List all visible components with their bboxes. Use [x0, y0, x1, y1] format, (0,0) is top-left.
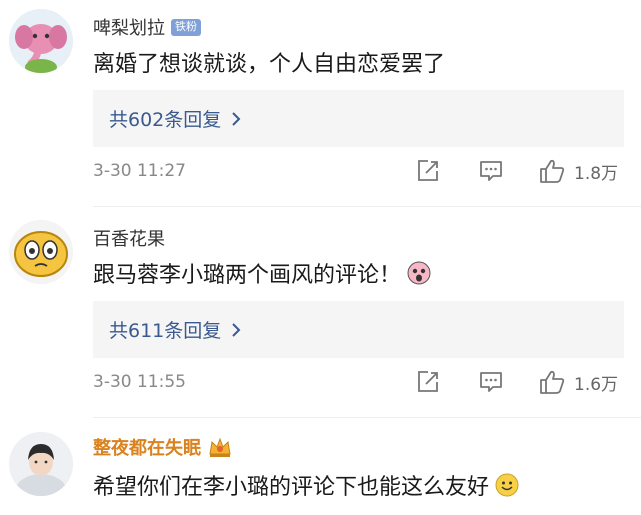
reply-summary[interactable]: 共602条回复: [93, 90, 624, 147]
chevron-right-icon: [232, 111, 241, 126]
username-text[interactable]: 百香花果: [93, 225, 165, 251]
comment-text: 跟马蓉李小璐两个画风的评论！: [93, 257, 431, 289]
like-button[interactable]: 1.6万: [538, 369, 618, 395]
username[interactable]: 整夜都在失眠: [93, 434, 233, 460]
crown-icon: [209, 437, 231, 457]
share-icon[interactable]: [415, 158, 441, 184]
comment-meta: 3-30 11:27 1.8万: [93, 158, 624, 188]
reply-link[interactable]: 共602条回复: [109, 105, 241, 132]
thumbs-up-icon[interactable]: [538, 369, 566, 395]
like-button[interactable]: 1.8万: [538, 158, 618, 184]
yellow-face-avatar[interactable]: [9, 220, 73, 284]
reply-link[interactable]: 共611条回复: [109, 316, 241, 343]
timestamp: 3-30 11:55: [93, 372, 186, 392]
username-text[interactable]: 啤梨划拉: [93, 14, 165, 40]
comment-text-content: 跟马蓉李小璐两个画风的评论！: [93, 263, 402, 288]
divider: [93, 417, 641, 418]
comment-text: 离婚了想谈就谈，个人自由恋爱罢了: [93, 46, 445, 78]
reply-count[interactable]: 共602条回复: [109, 105, 221, 132]
comment-text: 希望你们在李小璐的评论下也能这么友好: [93, 469, 519, 501]
share-icon[interactable]: [415, 369, 441, 395]
comment-icon[interactable]: [478, 158, 504, 184]
timestamp: 3-30 11:27: [93, 161, 186, 181]
comment-item: 整夜都在失眠 希望你们在李小璐的评论下也能这么友好: [0, 420, 641, 515]
comment-text-content: 希望你们在李小璐的评论下也能这么友好: [93, 475, 490, 500]
comment-text-content: 离婚了想谈就谈，个人自由恋爱罢了: [93, 52, 446, 77]
username[interactable]: 百香花果: [93, 225, 165, 251]
reply-summary[interactable]: 共611条回复: [93, 301, 624, 358]
username[interactable]: 啤梨划拉 铁粉: [93, 14, 201, 40]
comment-meta: 3-30 11:55 1.6万: [93, 369, 624, 399]
divider: [93, 206, 641, 207]
pink-elephant-avatar[interactable]: [9, 9, 73, 73]
comment-icon[interactable]: [478, 369, 504, 395]
comment-item: 啤梨划拉 铁粉 离婚了想谈就谈，个人自由恋爱罢了 共602条回复 3-30 11…: [0, 0, 641, 207]
chevron-right-icon: [232, 322, 241, 337]
comment-item: 百香花果 跟马蓉李小璐两个画风的评论！ 共611条回复 3-30 11:55 1…: [0, 210, 641, 418]
username-text[interactable]: 整夜都在失眠: [93, 434, 201, 460]
thumbs-up-icon[interactable]: [538, 158, 566, 184]
like-count: 1.6万: [574, 374, 619, 395]
reply-count[interactable]: 共611条回复: [109, 316, 221, 343]
fan-badge: 铁粉: [171, 18, 201, 36]
surprised-face-emoji: [407, 261, 431, 285]
like-count: 1.8万: [574, 163, 619, 184]
smiling-face-emoji: [495, 473, 519, 497]
person-photo-avatar[interactable]: [9, 432, 73, 496]
